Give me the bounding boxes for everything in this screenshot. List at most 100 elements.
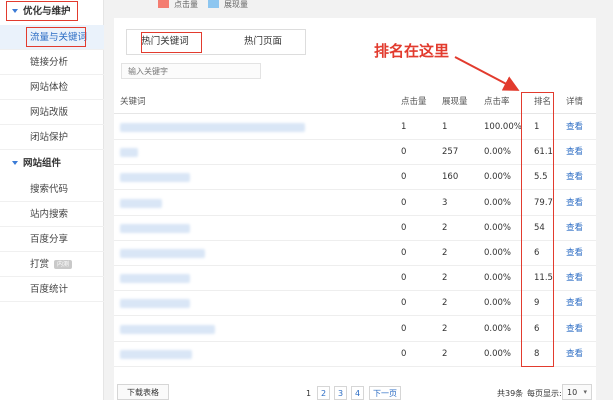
cell-clicks: 0 xyxy=(401,323,407,334)
legend-swatch xyxy=(158,0,169,8)
tab-label: 热门页面 xyxy=(243,36,282,47)
view-detail-link[interactable]: 查看 xyxy=(566,342,583,367)
table-header: 关键词 点击量 展现量 点击率 排名 详情 xyxy=(114,90,596,114)
table-row: 0 2 0.00% 54 查看 xyxy=(114,216,596,241)
sidebar-item-site-protection[interactable]: 闭站保护 xyxy=(0,125,104,150)
cell-ctr: 0.00% xyxy=(484,172,512,183)
cell-views: 1 xyxy=(442,122,448,132)
legend-clicks: 点击量 xyxy=(158,0,198,10)
redacted-keyword xyxy=(120,299,190,309)
redacted-keyword xyxy=(120,198,162,208)
tab-group: 热门关键词 热门页面 xyxy=(126,29,306,55)
redacted-keyword xyxy=(120,223,190,233)
header-keyword: 关键词 xyxy=(120,97,146,107)
sidebar-item-label: 网站改版 xyxy=(30,107,69,118)
next-page-button[interactable]: 下一页 xyxy=(369,386,401,400)
table-row: 0 3 0.00% 79.7 查看 xyxy=(114,191,596,216)
header-detail: 详情 xyxy=(566,97,584,107)
view-detail-link[interactable]: 查看 xyxy=(566,165,583,190)
legend-views: 展现量 xyxy=(208,0,248,10)
page-2-button[interactable]: 2 xyxy=(317,386,330,400)
sidebar-item-baidu-share[interactable]: 百度分享 xyxy=(0,227,104,252)
chevron-down-icon: ▾ xyxy=(583,388,587,396)
sidebar-item-reward[interactable]: 打赏 内测 xyxy=(0,252,104,277)
table-row: 0 2 0.00% 6 查看 xyxy=(114,317,596,342)
table-row: 0 160 0.00% 5.5 查看 xyxy=(114,165,596,191)
cell-ctr: 0.00% xyxy=(484,147,512,158)
cell-clicks: 0 xyxy=(401,348,407,359)
chevron-down-icon xyxy=(12,8,18,13)
table-row: 0 2 0.00% 9 查看 xyxy=(114,291,596,317)
download-table-button[interactable]: 下载表格 xyxy=(117,384,169,400)
tab-hot-keywords[interactable]: 热门关键词 xyxy=(127,30,203,54)
view-detail-link[interactable]: 查看 xyxy=(566,241,583,266)
cell-rank: 79.7 xyxy=(534,197,553,208)
cell-clicks: 0 xyxy=(401,197,407,208)
cell-clicks: 0 xyxy=(401,147,407,158)
sidebar-item-label: 百度统计 xyxy=(30,284,69,295)
page-4-button[interactable]: 4 xyxy=(351,386,364,400)
cell-views: 3 xyxy=(442,197,448,208)
cell-views: 2 xyxy=(442,273,448,284)
cell-rank: 6 xyxy=(534,323,540,334)
sidebar-group-components[interactable]: 网站组件 xyxy=(0,153,104,175)
tab-hot-pages[interactable]: 热门页面 xyxy=(227,30,299,54)
cell-views: 2 xyxy=(442,248,448,258)
cell-clicks: 0 xyxy=(401,172,407,183)
page-1-button[interactable]: 1 xyxy=(302,386,315,400)
cell-rank: 9 xyxy=(534,298,540,309)
view-detail-link[interactable]: 查看 xyxy=(566,291,583,316)
view-detail-link[interactable]: 查看 xyxy=(566,266,583,291)
header-clicks: 点击量 xyxy=(401,97,427,107)
sidebar-item-label: 站内搜索 xyxy=(30,209,69,220)
sidebar-item-traffic-keywords[interactable]: 流量与关键词 xyxy=(0,25,104,50)
cell-clicks: 0 xyxy=(401,273,407,284)
sidebar-item-baidu-stats[interactable]: 百度统计 xyxy=(0,277,104,302)
annotation-text: 排名在这里 xyxy=(374,42,450,60)
sidebar-item-label: 闭站保护 xyxy=(30,132,69,143)
cell-rank: 61.1 xyxy=(534,147,553,158)
per-page-select[interactable]: 10 ▾ xyxy=(562,384,592,400)
sidebar-item-site-search[interactable]: 站内搜索 xyxy=(0,202,104,227)
cell-clicks: 0 xyxy=(401,248,407,258)
search-input[interactable]: 输入关键字 xyxy=(121,63,261,79)
cell-clicks: 1 xyxy=(401,122,407,132)
header-rank: 排名 xyxy=(534,97,552,107)
redacted-keyword xyxy=(120,148,138,158)
cell-ctr: 0.00% xyxy=(484,222,512,233)
view-detail-link[interactable]: 查看 xyxy=(566,140,583,165)
sidebar-item-link-analysis[interactable]: 链接分析 xyxy=(0,50,104,75)
cell-views: 2 xyxy=(442,298,448,309)
sidebar-item-site-check[interactable]: 网站体检 xyxy=(0,75,104,100)
cell-ctr: 0.00% xyxy=(484,273,512,284)
sidebar-item-site-revision[interactable]: 网站改版 xyxy=(0,100,104,125)
table-row: 0 2 0.00% 6 查看 xyxy=(114,241,596,266)
cell-views: 160 xyxy=(442,172,459,183)
view-detail-link[interactable]: 查看 xyxy=(566,115,583,140)
cell-clicks: 0 xyxy=(401,222,407,233)
chevron-down-icon xyxy=(12,160,18,165)
redacted-keyword xyxy=(120,249,205,258)
cell-rank: 54 xyxy=(534,222,545,233)
sidebar-group-optimization[interactable]: 优化与维护 xyxy=(0,1,104,23)
sidebar-item-search-code[interactable]: 搜索代码 xyxy=(0,177,104,202)
view-detail-link[interactable]: 查看 xyxy=(566,191,583,216)
cell-views: 257 xyxy=(442,147,459,158)
sidebar-group-label: 优化与维护 xyxy=(23,6,71,17)
sidebar: 优化与维护 流量与关键词 链接分析 网站体检 网站改版 闭站保护 网站组件 搜索… xyxy=(0,0,104,400)
cell-rank: 11.5 xyxy=(534,273,553,284)
search-placeholder: 输入关键字 xyxy=(128,67,168,76)
page-3-button[interactable]: 3 xyxy=(334,386,347,400)
sidebar-item-label: 打赏 xyxy=(30,259,50,270)
per-page-value: 10 xyxy=(567,388,578,397)
per-page-label: 每页显示: xyxy=(527,389,562,398)
cell-ctr: 0.00% xyxy=(484,323,512,334)
cell-rank: 6 xyxy=(534,248,540,258)
redacted-keyword xyxy=(120,324,215,334)
view-detail-link[interactable]: 查看 xyxy=(566,216,583,241)
beta-badge: 内测 xyxy=(54,260,73,269)
view-detail-link[interactable]: 查看 xyxy=(566,317,583,342)
cell-ctr: 0.00% xyxy=(484,348,512,359)
table-row: 1 1 100.00% 1 查看 xyxy=(114,115,596,140)
sidebar-item-label: 链接分析 xyxy=(30,57,69,68)
